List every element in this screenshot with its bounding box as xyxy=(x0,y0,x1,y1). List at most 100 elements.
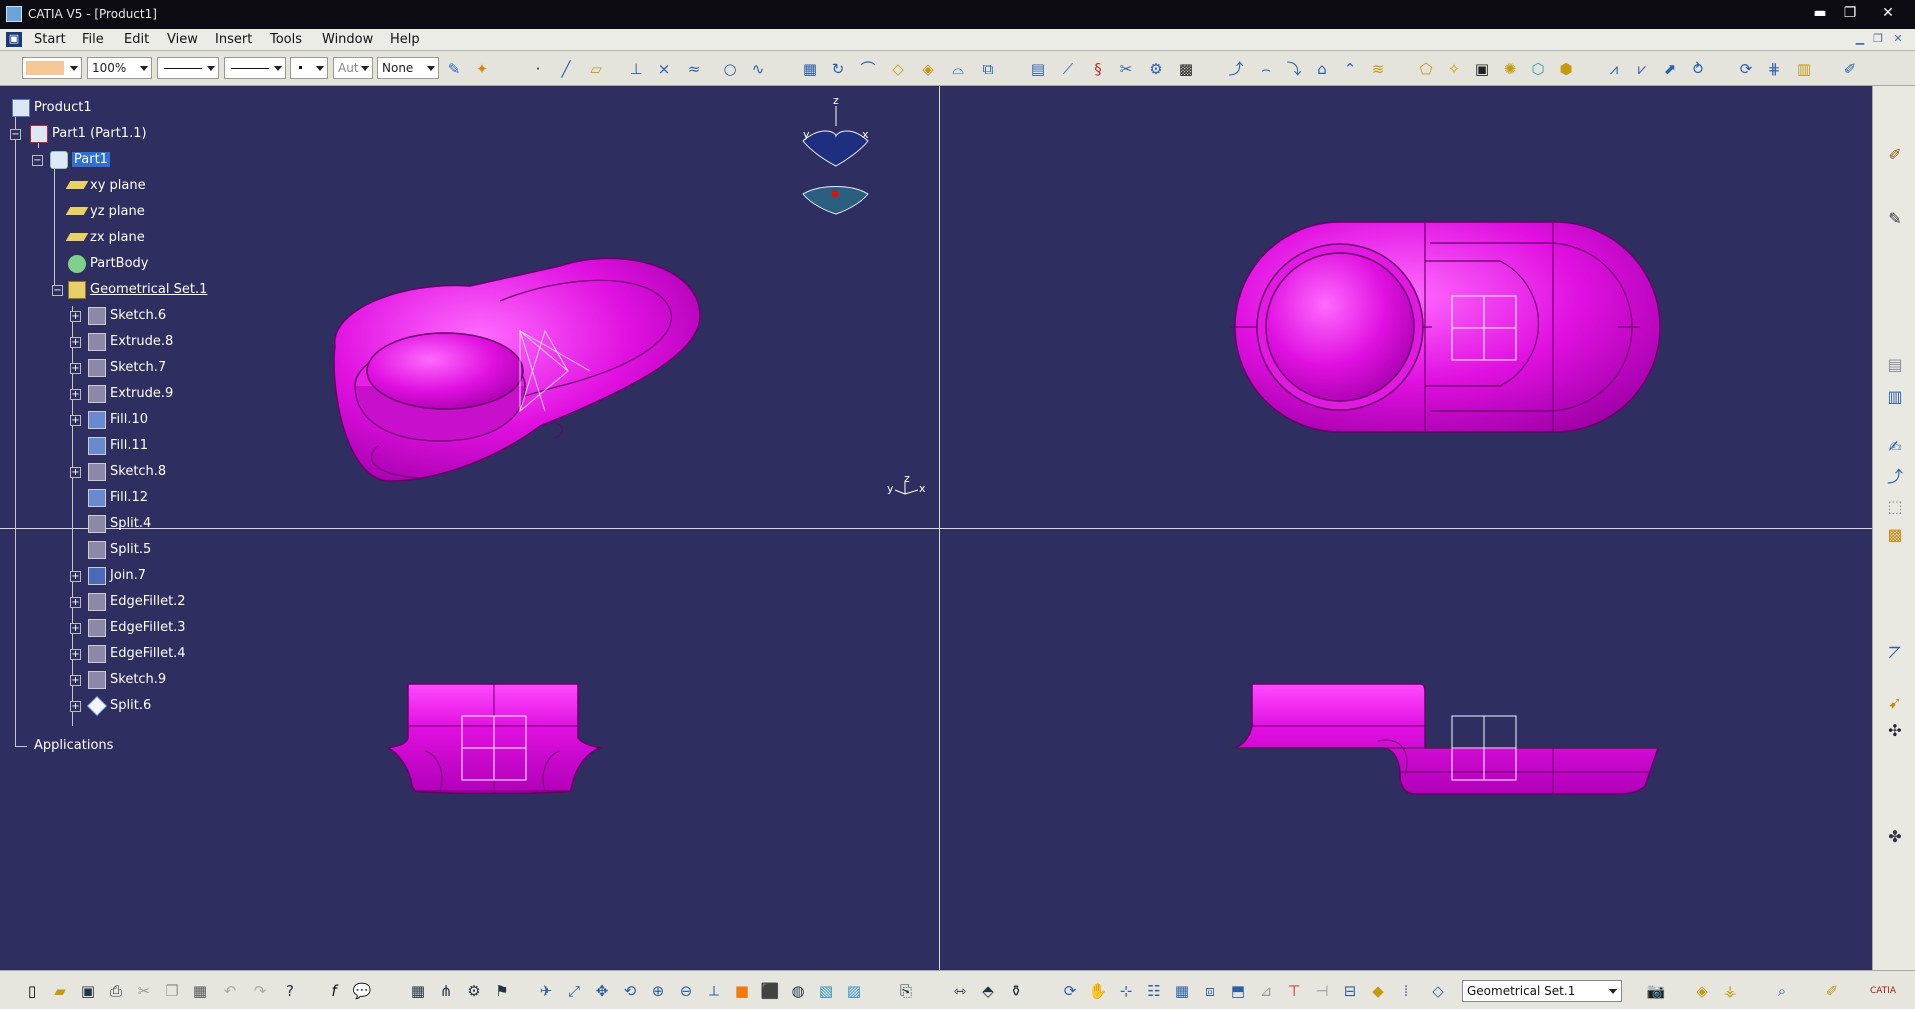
swap-space-icon[interactable]: ▨ xyxy=(844,981,864,1001)
draft-analysis-icon[interactable]: ⬈ xyxy=(1660,59,1680,79)
top-view-part[interactable] xyxy=(1230,221,1661,433)
snap-to-point-icon[interactable]: ⧈ xyxy=(1200,981,1220,1001)
document-icon[interactable]: ▣ xyxy=(6,32,22,47)
measure-item-icon[interactable]: ⇿ xyxy=(950,981,970,1001)
reorder-icon[interactable]: ⦙ xyxy=(1396,981,1416,1001)
weight-combo[interactable]: Aut xyxy=(333,57,373,79)
macro-icon[interactable]: ⚙ xyxy=(464,981,484,1001)
trim-icon[interactable]: ✂ xyxy=(1116,59,1136,79)
front-view-part[interactable] xyxy=(385,683,603,794)
iso-view-icon[interactable]: ⬛ xyxy=(760,981,780,1001)
annotation-icon[interactable]: ✍ xyxy=(1884,436,1906,458)
expand-icon[interactable]: + xyxy=(70,389,81,400)
sketch-icon[interactable]: ✎ xyxy=(1884,208,1906,230)
hide-show-icon[interactable]: ▧ xyxy=(816,981,836,1001)
menu-insert[interactable]: Insert xyxy=(215,32,252,47)
filter-icon[interactable]: ⚶ xyxy=(1720,981,1740,1001)
copy-icon[interactable]: ❐ xyxy=(162,981,182,1001)
zoom-combo[interactable]: 100% xyxy=(87,57,152,79)
fit-all-icon[interactable]: ⤢ xyxy=(564,981,584,1001)
multi-section-icon[interactable]: ◈ xyxy=(918,59,938,79)
split-icon[interactable]: § xyxy=(1088,59,1108,79)
edge-fillet-icon[interactable]: ⌢ xyxy=(1256,59,1276,79)
hand-icon[interactable]: ✋ xyxy=(1088,981,1108,1001)
parallel-curve-icon[interactable]: ≈ xyxy=(684,59,704,79)
zoom-in-icon[interactable]: ⊕ xyxy=(648,981,668,1001)
affinity-icon[interactable]: ⬡ xyxy=(1528,59,1548,79)
graphic-properties-icon[interactable]: ✦ xyxy=(472,59,492,79)
heal-icon[interactable]: ⟋ xyxy=(1058,59,1078,79)
workbench-icon[interactable]: ✐ xyxy=(1822,981,1842,1001)
shading-icon[interactable]: ◍ xyxy=(788,981,808,1001)
side-view-part[interactable] xyxy=(1230,683,1660,795)
expand-icon[interactable]: + xyxy=(70,597,81,608)
linetype-combo[interactable] xyxy=(157,57,219,79)
projection-icon[interactable]: ⊥ xyxy=(626,59,646,79)
menu-tools[interactable]: Tools xyxy=(270,32,302,47)
undo-icon[interactable]: ↶ xyxy=(220,981,240,1001)
tritangent-fillet-icon[interactable]: ≋ xyxy=(1368,59,1388,79)
circle-icon[interactable]: ○ xyxy=(720,59,740,79)
collapse-icon[interactable]: − xyxy=(32,155,43,166)
thickness-combo[interactable] xyxy=(224,57,286,79)
dimension-2-icon[interactable]: ⊣ xyxy=(1312,981,1332,1001)
fill-icon[interactable]: ◇ xyxy=(888,59,908,79)
join-icon[interactable]: ▤ xyxy=(1028,59,1048,79)
current-set-combo[interactable]: Geometrical Set.1 xyxy=(1462,980,1622,1002)
menu-view[interactable]: View xyxy=(167,32,198,47)
tree-icon[interactable]: ⊟ xyxy=(1340,981,1360,1001)
menu-file[interactable]: File xyxy=(82,32,104,47)
measure-icon[interactable]: ⤴ xyxy=(1884,466,1906,488)
doc-close-icon[interactable]: ✕ xyxy=(1890,32,1906,47)
save-icon[interactable]: ▣ xyxy=(78,981,98,1001)
swap-visible-icon[interactable]: ▥ xyxy=(1884,386,1906,408)
color-combo[interactable] xyxy=(22,57,82,79)
hide-show-icon[interactable]: ▤ xyxy=(1884,354,1906,376)
face-fillet-icon[interactable]: ⌃ xyxy=(1340,59,1360,79)
layer-combo[interactable]: None xyxy=(377,57,439,79)
scaling-icon[interactable]: ✺ xyxy=(1500,59,1520,79)
layers-icon[interactable]: ◈ xyxy=(1692,981,1712,1001)
cut-icon[interactable]: ✂ xyxy=(134,981,154,1001)
3d-support-icon[interactable]: ⬒ xyxy=(1228,981,1248,1001)
apply-material-icon[interactable]: ⬘ xyxy=(978,981,998,1001)
curvature-icon[interactable]: ⩗ xyxy=(1632,59,1652,79)
dimension-icon[interactable]: ⊤ xyxy=(1284,981,1304,1001)
catalog-icon[interactable]: ▥ xyxy=(1794,59,1814,79)
expand-icon[interactable]: + xyxy=(70,311,81,322)
chordal-fillet-icon[interactable]: ⤵ xyxy=(1284,59,1304,79)
close-button[interactable]: ✕ xyxy=(1878,4,1898,22)
work-on-support-icon[interactable]: ☷ xyxy=(1144,981,1164,1001)
sweep-icon[interactable]: ⌒ xyxy=(858,59,878,79)
expand-icon[interactable]: + xyxy=(70,363,81,374)
expand-icon[interactable]: + xyxy=(70,467,81,478)
offset-icon[interactable]: ⧉ xyxy=(978,59,998,79)
expand-icon[interactable]: + xyxy=(70,571,81,582)
snap-icon[interactable]: ✣ xyxy=(1884,720,1906,742)
query-icon[interactable]: ⌕ xyxy=(1772,981,1792,1001)
blend-icon[interactable]: ⌓ xyxy=(948,59,968,79)
translate-icon[interactable]: ⬠ xyxy=(1416,59,1436,79)
knowledge-advisor-icon[interactable]: ⚑ xyxy=(492,981,512,1001)
expand-icon[interactable]: + xyxy=(70,623,81,634)
formula-icon[interactable]: f xyxy=(324,981,344,1001)
define-in-work-icon[interactable]: ◆ xyxy=(1368,981,1388,1001)
pan-icon[interactable]: ✥ xyxy=(592,981,612,1001)
restore-button[interactable]: ❐ xyxy=(1840,4,1860,22)
extract-icon[interactable]: ▩ xyxy=(1176,59,1196,79)
point-style-combo[interactable] xyxy=(290,57,328,79)
help-icon[interactable]: ? xyxy=(280,981,300,1001)
catalog-browser-icon[interactable]: ▩ xyxy=(1884,524,1906,546)
zoom-out-icon[interactable]: ⊖ xyxy=(676,981,696,1001)
update-icon[interactable]: ⟳ xyxy=(1060,981,1080,1001)
doc-minimize-icon[interactable]: ▁ xyxy=(1852,32,1868,47)
fly-mode-icon[interactable]: ✈ xyxy=(536,981,556,1001)
print-icon[interactable]: ⎙ xyxy=(106,981,126,1001)
rotate-view-icon[interactable]: ⟲ xyxy=(620,981,640,1001)
open-folder-icon[interactable]: ▰ xyxy=(50,981,70,1001)
paste-icon[interactable]: ▦ xyxy=(190,981,210,1001)
symmetry-icon[interactable]: ▣ xyxy=(1472,59,1492,79)
law-icon[interactable]: ⋔ xyxy=(436,981,456,1001)
collapse-icon[interactable]: − xyxy=(10,129,21,140)
menu-window[interactable]: Window xyxy=(322,32,373,47)
